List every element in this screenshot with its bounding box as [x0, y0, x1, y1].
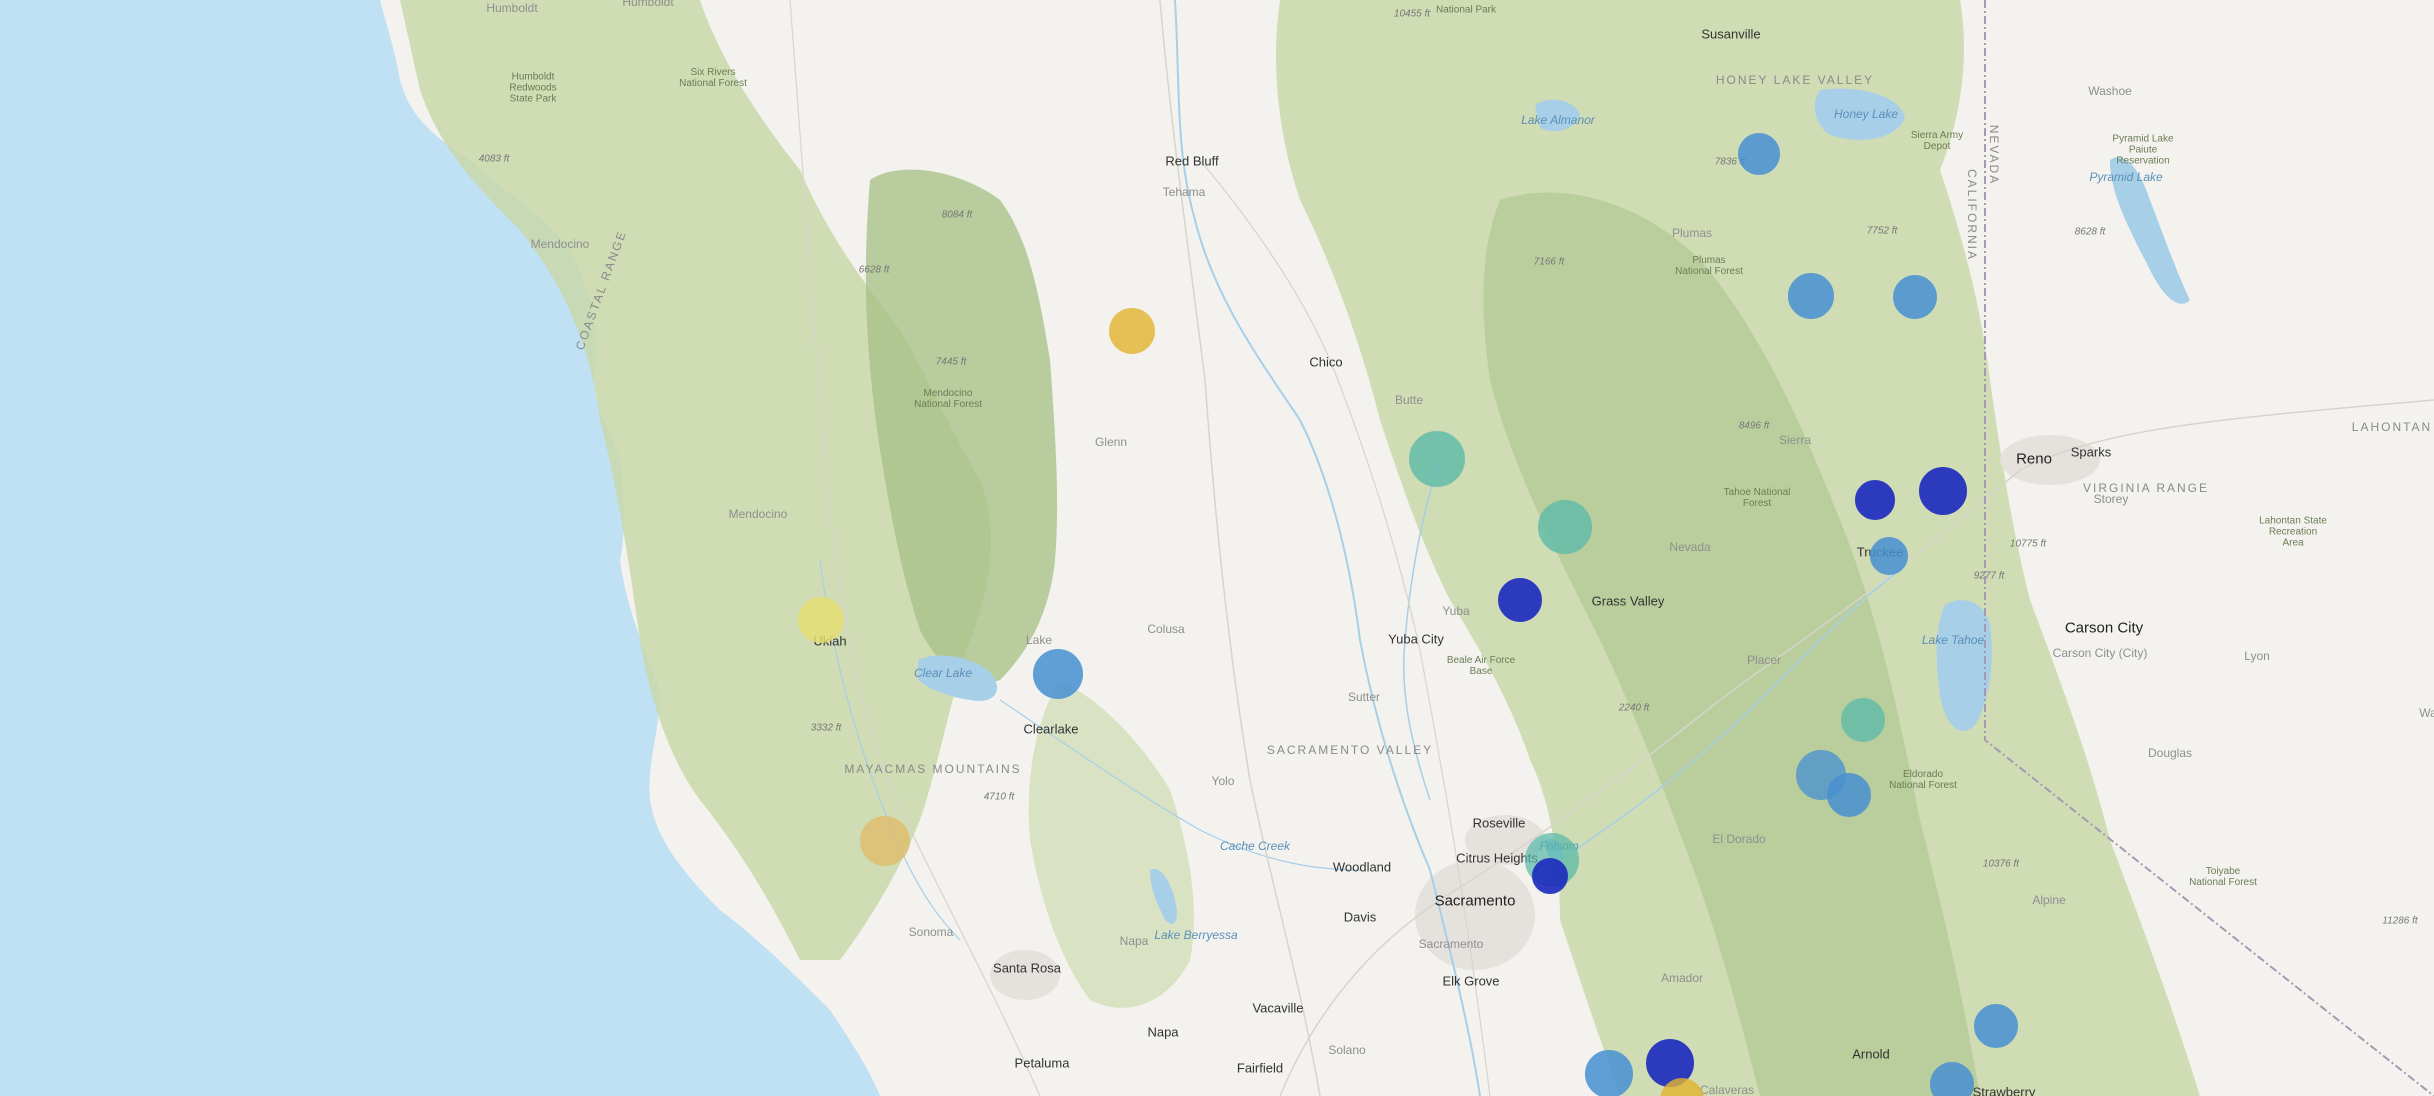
map-view[interactable]: Humboldt Humboldt Humboldt Redwoods State …	[0, 0, 2434, 1096]
map-marker[interactable]	[1033, 649, 1083, 699]
map-marker[interactable]	[1827, 773, 1871, 817]
map-marker[interactable]	[1855, 480, 1895, 520]
map-marker[interactable]	[1788, 273, 1834, 319]
map-marker[interactable]	[1498, 578, 1542, 622]
map-marker[interactable]	[1532, 858, 1568, 894]
map-marker[interactable]	[798, 597, 844, 643]
map-marker[interactable]	[1919, 467, 1967, 515]
map-marker[interactable]	[1870, 537, 1908, 575]
map-marker[interactable]	[1893, 275, 1937, 319]
urban-reno	[2000, 435, 2100, 485]
map-marker[interactable]	[1738, 133, 1780, 175]
map-marker[interactable]	[1841, 698, 1885, 742]
map-marker[interactable]	[1585, 1050, 1633, 1096]
urban-santa-rosa	[990, 950, 1060, 1000]
urban-sacramento	[1415, 860, 1535, 970]
map-marker[interactable]	[1974, 1004, 2018, 1048]
basemap	[0, 0, 2434, 1096]
map-marker[interactable]	[1409, 431, 1465, 487]
map-marker[interactable]	[1538, 500, 1592, 554]
map-marker[interactable]	[860, 816, 910, 866]
map-marker[interactable]	[1109, 308, 1155, 354]
